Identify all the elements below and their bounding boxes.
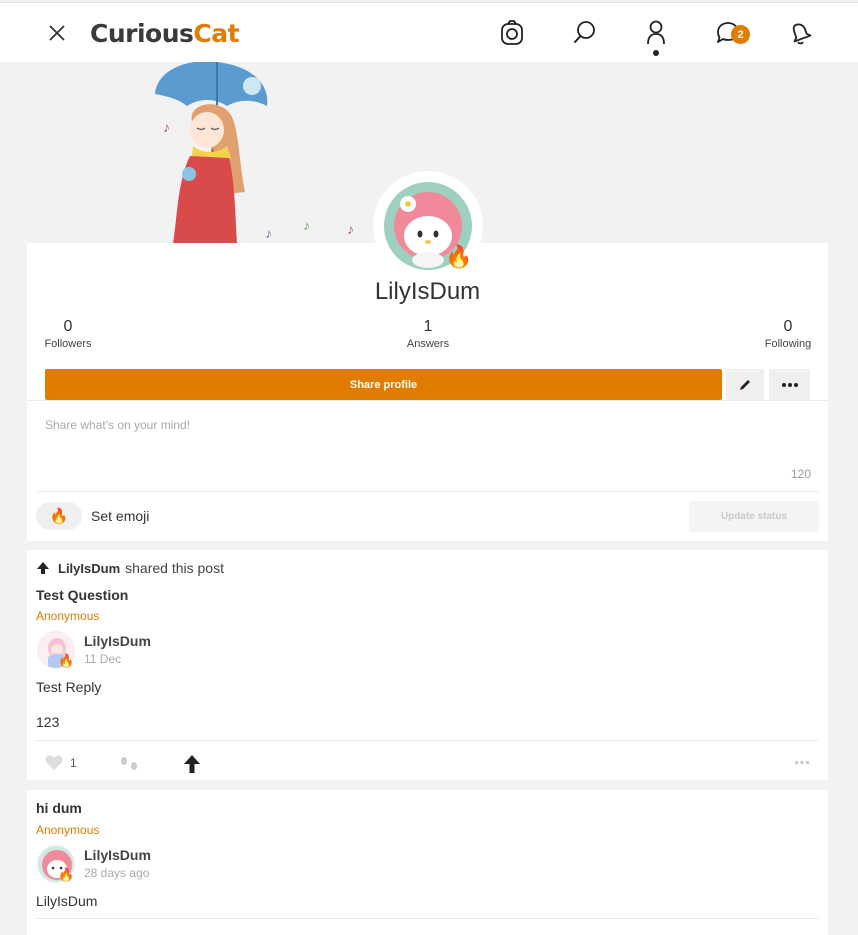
- question-text: hi dum: [36, 800, 82, 816]
- top-bar: CuriousCat 2: [0, 2, 858, 62]
- status-input[interactable]: [45, 418, 805, 466]
- followers-count: 0: [63, 318, 73, 335]
- followers-label: Followers: [44, 338, 92, 350]
- pencil-icon: [740, 379, 750, 390]
- emoji-picker-button[interactable]: 🔥: [36, 502, 82, 530]
- answerer-emoji: 🔥: [58, 653, 75, 668]
- more-icon: [781, 382, 798, 387]
- answer-text-line: 123: [36, 714, 60, 730]
- share-arrow-icon: [37, 562, 49, 574]
- share-arrow-icon: [184, 755, 200, 773]
- svg-text:♪: ♪: [347, 221, 354, 237]
- answer-card: hi dum Anonymous 🔥 LilyIsDum 28 days ago…: [27, 790, 828, 935]
- question-text: Test Question: [36, 587, 129, 603]
- post-more-button[interactable]: [794, 760, 810, 765]
- answerer-emoji: 🔥: [58, 867, 75, 882]
- profile-icon[interactable]: [642, 18, 670, 48]
- curiouscat-logo[interactable]: CuriousCat: [90, 17, 240, 51]
- divider: [27, 400, 828, 401]
- divider: [36, 918, 818, 919]
- answer-date: 28 days ago: [84, 866, 150, 880]
- messages-badge: 2: [731, 25, 750, 44]
- search-icon[interactable]: [570, 18, 598, 48]
- more-options-button[interactable]: [769, 369, 810, 400]
- close-icon[interactable]: [44, 20, 70, 46]
- answers-count: 1: [423, 318, 433, 335]
- avatar-emoji-badge: 🔥: [445, 244, 473, 269]
- heart-icon: [45, 755, 63, 770]
- like-count: 1: [70, 756, 77, 770]
- answer-date: 11 Dec: [84, 652, 122, 666]
- svg-text:♪: ♪: [265, 225, 272, 241]
- asker-name: Anonymous: [36, 823, 100, 837]
- edit-profile-button[interactable]: [726, 369, 764, 400]
- divider: [37, 491, 819, 492]
- shared-by-username[interactable]: LilyIsDum: [58, 561, 120, 576]
- answer-card: LilyIsDum shared this post Test Question…: [27, 550, 828, 780]
- stat-answers[interactable]: 1 Answers: [397, 317, 459, 351]
- profile-card: ♪ ♪ ♪ ♪ 🔥 LilyIsDum 0 Followers 1 Answer…: [27, 62, 828, 541]
- stat-following[interactable]: 0 Following: [757, 317, 819, 351]
- footprints-icon: [121, 757, 137, 770]
- answer-text-line: LilyIsDum: [36, 893, 98, 909]
- profile-username: LilyIsDum: [374, 278, 481, 305]
- set-emoji-label[interactable]: Set emoji: [91, 508, 149, 524]
- asker-name: Anonymous: [36, 609, 100, 623]
- divider: [36, 740, 818, 741]
- like-button[interactable]: 1: [45, 755, 77, 771]
- answerer-name[interactable]: LilyIsDum: [84, 633, 151, 649]
- footprints-button[interactable]: [119, 756, 139, 772]
- svg-text:♪: ♪: [163, 119, 170, 135]
- more-icon: [794, 760, 810, 765]
- svg-text:♪: ♪: [303, 217, 310, 233]
- shared-text: shared this post: [125, 560, 224, 576]
- camera-icon[interactable]: [498, 18, 526, 48]
- answers-label: Answers: [406, 338, 450, 350]
- shared-by-line: LilyIsDum shared this post: [36, 560, 224, 576]
- logo-text-curious: Curious: [90, 19, 194, 48]
- active-nav-indicator: [653, 50, 659, 56]
- answer-text-line: Test Reply: [36, 679, 102, 695]
- update-status-button[interactable]: Update status: [689, 501, 819, 532]
- share-post-button[interactable]: [182, 754, 202, 774]
- stat-followers[interactable]: 0 Followers: [37, 317, 99, 351]
- following-label: Following: [764, 338, 812, 350]
- following-count: 0: [783, 318, 793, 335]
- notifications-icon[interactable]: [786, 18, 814, 48]
- status-char-count: 120: [790, 467, 811, 481]
- share-profile-button[interactable]: Share profile: [45, 369, 722, 400]
- logo-text-cat: Cat: [193, 19, 240, 48]
- answerer-name[interactable]: LilyIsDum: [84, 847, 151, 863]
